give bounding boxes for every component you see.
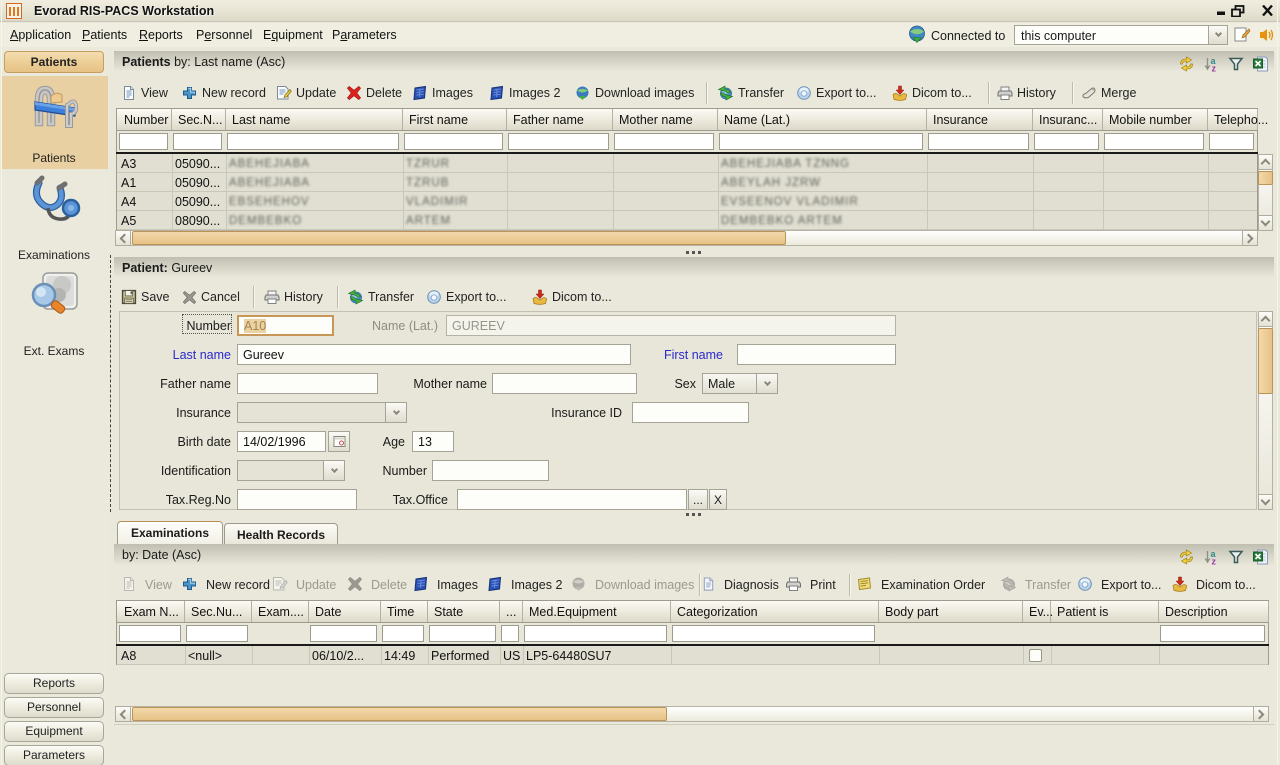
svg-text:z: z [1212, 557, 1217, 566]
svg-text:z: z [1212, 64, 1217, 73]
